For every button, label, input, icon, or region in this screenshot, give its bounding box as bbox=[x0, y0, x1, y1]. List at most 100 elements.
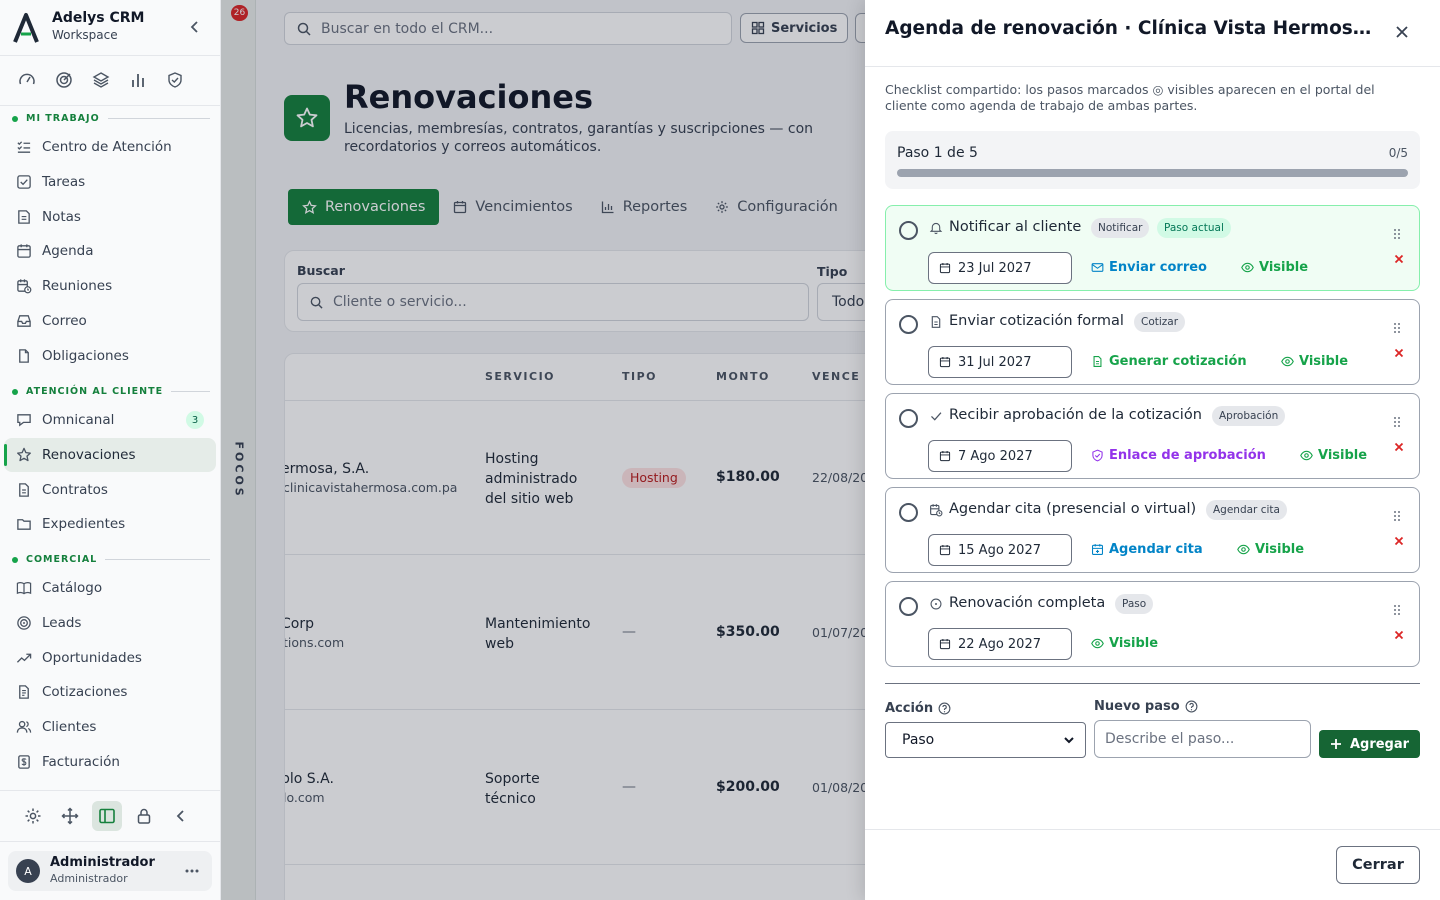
sidebar-item-label: Reuniones bbox=[42, 278, 113, 295]
sidebar-item-cotizaciones[interactable]: Cotizaciones bbox=[4, 675, 216, 709]
check-icon bbox=[931, 412, 942, 421]
help-icon[interactable] bbox=[1185, 700, 1198, 713]
sidebar-item-notas[interactable]: Notas bbox=[4, 200, 216, 234]
eye-icon bbox=[1237, 544, 1250, 555]
new-step-input[interactable]: Describe el paso... bbox=[1094, 720, 1311, 758]
visible-toggle[interactable]: Visible bbox=[1091, 636, 1158, 651]
sidebar-item-tareas[interactable]: Tareas bbox=[4, 165, 216, 199]
users-icon bbox=[16, 721, 32, 733]
step-title[interactable]: Recibir aprobación de la cotización bbox=[949, 407, 1202, 423]
sidebar-item-label: Expedientes bbox=[42, 516, 126, 533]
step-complete-radio[interactable] bbox=[899, 315, 918, 334]
visible-toggle[interactable]: Visible bbox=[1281, 354, 1348, 369]
chevron-left-icon[interactable] bbox=[166, 801, 196, 831]
sidebar: Adelys CRM Workspace MI TRABAJO Centro de… bbox=[0, 0, 221, 900]
drag-handle-icon[interactable] bbox=[1393, 228, 1401, 240]
visible-toggle[interactable]: Visible bbox=[1237, 542, 1304, 557]
drag-handle-icon[interactable] bbox=[1393, 322, 1401, 334]
lock-icon[interactable] bbox=[129, 801, 159, 831]
step-action-link[interactable]: Enviar correo bbox=[1091, 260, 1207, 275]
sidebar-item-reuniones[interactable]: Reuniones bbox=[4, 269, 216, 303]
divider bbox=[0, 105, 221, 106]
delete-step-icon[interactable] bbox=[1394, 630, 1404, 640]
sidebar-section-header: MI TRABAJO bbox=[12, 113, 210, 124]
step-title[interactable]: Enviar cotización formal bbox=[949, 313, 1124, 329]
sidebar-item-catalogo[interactable]: Catálogo bbox=[4, 571, 216, 605]
chevron-left-icon[interactable] bbox=[188, 20, 202, 34]
drag-handle-icon[interactable] bbox=[1393, 604, 1401, 616]
step-date-input[interactable]: 22 Ago 2027 bbox=[928, 628, 1072, 660]
step-date-input[interactable]: 15 Ago 2027 bbox=[928, 534, 1072, 566]
sidebar-item-correo[interactable]: Correo bbox=[4, 304, 216, 338]
step-date-input[interactable]: 23 Jul 2027 bbox=[928, 252, 1072, 284]
delete-step-icon[interactable] bbox=[1394, 348, 1404, 358]
calendar-icon bbox=[939, 357, 951, 368]
delete-step-icon[interactable] bbox=[1394, 442, 1404, 452]
section-label: COMERCIAL bbox=[26, 554, 98, 565]
user-role: Administrador bbox=[50, 872, 128, 885]
sidebar-item-agenda[interactable]: Agenda bbox=[4, 234, 216, 268]
sidebar-section-header: COMERCIAL bbox=[12, 554, 210, 565]
step-title[interactable]: Agendar cita (presencial o virtual) bbox=[949, 501, 1196, 517]
step-action-label: Enviar correo bbox=[1109, 260, 1207, 275]
sidebar-item-facturacion[interactable]: Facturación bbox=[4, 745, 216, 779]
progress-count: 0/5 bbox=[1388, 146, 1408, 160]
sidebar-item-clientes[interactable]: Clientes bbox=[4, 710, 216, 744]
brand-logo-icon bbox=[13, 13, 39, 43]
step-icon bbox=[929, 503, 943, 517]
gauge-icon[interactable] bbox=[18, 70, 36, 90]
panel-toggle-icon[interactable] bbox=[92, 801, 122, 831]
sidebar-item-omnicanal[interactable]: Omnicanal 3 bbox=[4, 403, 216, 437]
visible-label: Visible bbox=[1259, 260, 1309, 275]
step-title[interactable]: Notificar al cliente bbox=[949, 219, 1081, 235]
sidebar-item-label: Facturación bbox=[42, 754, 120, 770]
step-complete-radio[interactable] bbox=[899, 503, 918, 522]
help-icon[interactable] bbox=[938, 702, 951, 715]
sidebar-item-oportunidades[interactable]: Oportunidades bbox=[4, 641, 216, 675]
count-badge: 3 bbox=[186, 411, 204, 429]
target-chart-icon[interactable] bbox=[55, 70, 73, 90]
bell-icon bbox=[929, 222, 943, 235]
visible-toggle[interactable]: Visible bbox=[1241, 260, 1308, 275]
sidebar-item-expedientes[interactable]: Expedientes bbox=[4, 507, 216, 541]
close-button[interactable]: Cerrar bbox=[1336, 846, 1420, 884]
circle-dot-icon bbox=[930, 598, 942, 610]
bar-chart-icon[interactable] bbox=[129, 70, 147, 90]
step-action-link[interactable]: Agendar cita bbox=[1091, 542, 1203, 557]
step-title[interactable]: Renovación completa bbox=[949, 595, 1105, 611]
sidebar-item-label: Centro de Atención bbox=[42, 139, 172, 155]
close-icon[interactable] bbox=[1394, 24, 1410, 40]
step-date-input[interactable]: 31 Jul 2027 bbox=[928, 346, 1072, 378]
shield-check-icon[interactable] bbox=[166, 70, 184, 90]
sidebar-item-renovaciones[interactable]: Renovaciones bbox=[4, 437, 216, 472]
step-date-input[interactable]: 7 Ago 2027 bbox=[928, 440, 1072, 472]
step-complete-radio[interactable] bbox=[899, 221, 918, 240]
visible-toggle[interactable]: Visible bbox=[1300, 448, 1367, 463]
mail-icon bbox=[1091, 263, 1104, 272]
step-date-value: 15 Ago 2027 bbox=[958, 542, 1041, 558]
drag-handle-icon[interactable] bbox=[1393, 416, 1401, 428]
settings-gear-icon[interactable] bbox=[18, 801, 48, 831]
step-action-link[interactable]: Enlace de aprobación bbox=[1091, 448, 1266, 463]
sidebar-item-label: Correo bbox=[42, 313, 87, 329]
delete-step-icon[interactable] bbox=[1394, 536, 1404, 546]
step-action-link[interactable]: Generar cotización bbox=[1091, 354, 1247, 369]
sidebar-item-leads[interactable]: Leads bbox=[4, 606, 216, 640]
add-step-button[interactable]: Agregar bbox=[1319, 730, 1420, 758]
modal-backdrop[interactable] bbox=[221, 0, 865, 900]
drag-handle-icon[interactable] bbox=[1393, 510, 1401, 522]
shield-check-icon bbox=[1092, 449, 1103, 462]
sidebar-item-centro-de-atencion[interactable]: Centro de Atención bbox=[4, 130, 216, 164]
step-complete-radio[interactable] bbox=[899, 409, 918, 428]
step-complete-radio[interactable] bbox=[899, 597, 918, 616]
move-icon[interactable] bbox=[55, 801, 85, 831]
progress-card: Paso 1 de 5 0/5 bbox=[885, 131, 1420, 189]
sidebar-item-contratos[interactable]: Contratos bbox=[4, 473, 216, 507]
layers-icon[interactable] bbox=[92, 70, 110, 90]
sidebar-tools bbox=[18, 801, 196, 831]
sidebar-item-obligaciones[interactable]: Obligaciones bbox=[4, 339, 216, 373]
more-horizontal-icon[interactable] bbox=[184, 863, 200, 879]
user-card[interactable]: A Administrador Administrador bbox=[8, 851, 212, 891]
delete-step-icon[interactable] bbox=[1394, 254, 1404, 264]
action-select[interactable]: Paso bbox=[885, 722, 1086, 758]
